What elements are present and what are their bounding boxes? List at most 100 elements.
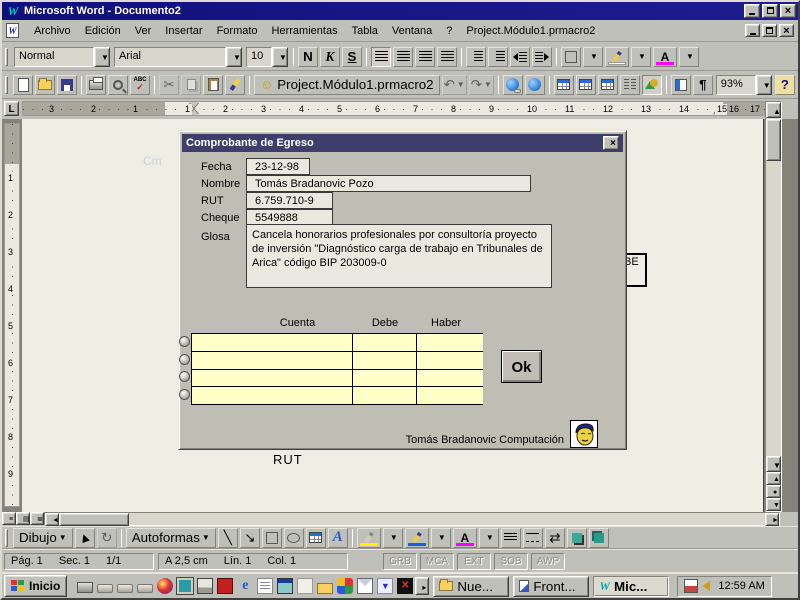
style-combo-value[interactable]: Normal <box>14 47 94 67</box>
line-color-arrow[interactable]: ▼ <box>431 528 451 548</box>
horizontal-scrollbar[interactable]: ◄ ► <box>44 512 780 526</box>
window-icon[interactable] <box>277 578 293 594</box>
web-toolbar-button[interactable] <box>525 75 545 95</box>
undo-button[interactable]: ↶▼ <box>442 75 467 95</box>
print-preview-button[interactable] <box>108 75 128 95</box>
fecha-field[interactable]: 23-12-98 <box>246 158 310 175</box>
toggle-grb[interactable]: GRB <box>383 553 417 570</box>
zoom-combo-arrow[interactable]: ▼ <box>756 75 772 95</box>
cut-button[interactable]: ✂ <box>159 75 179 95</box>
nombre-field[interactable]: Tomás Bradanovic Pozo <box>246 175 531 192</box>
row-2-radio[interactable] <box>179 354 190 365</box>
scroll-up-button[interactable]: ▲ <box>766 102 781 118</box>
menu-insertar[interactable]: Insertar <box>158 23 209 39</box>
display-icon[interactable] <box>177 578 193 594</box>
format-painter-button[interactable] <box>225 75 245 95</box>
scroll-down-button[interactable]: ▼ <box>766 456 781 472</box>
dialog-close-button[interactable]: × <box>603 136 619 150</box>
app1-icon[interactable] <box>97 584 113 593</box>
menu-ver[interactable]: Ver <box>128 23 159 39</box>
tab-selector[interactable]: L <box>4 101 19 116</box>
toolbar-grip[interactable] <box>5 48 8 66</box>
mail-icon[interactable] <box>357 578 373 594</box>
autoformas-menu-button[interactable]: Autoformas▼ <box>126 528 216 548</box>
scroll-right-button[interactable]: ► <box>765 513 779 526</box>
minimize-button[interactable] <box>744 4 760 18</box>
fill-color-button[interactable] <box>357 528 381 548</box>
menu-ventana[interactable]: Ventana <box>385 23 439 39</box>
insert-hyperlink-button[interactable] <box>503 75 523 95</box>
font-combo-value[interactable]: Arial <box>114 47 226 67</box>
justify-button[interactable] <box>437 47 457 67</box>
fill-color-arrow[interactable]: ▼ <box>383 528 403 548</box>
vertical-scrollbar[interactable]: ▲ ▼ ▲ ● ▼ <box>765 101 782 512</box>
open-button[interactable] <box>35 75 55 95</box>
toggle-awp[interactable]: AWP <box>531 553 565 570</box>
app2-icon[interactable] <box>117 584 133 593</box>
haber-cell-4[interactable] <box>417 387 483 404</box>
notes-icon[interactable] <box>257 578 273 594</box>
debe-cell-4[interactable] <box>353 387 416 404</box>
menu-archivo[interactable]: Archivo <box>27 23 78 39</box>
app3-icon[interactable] <box>137 584 153 593</box>
italic-button[interactable]: K <box>320 47 340 67</box>
insert-excel-button[interactable] <box>598 75 618 95</box>
zoom-combo[interactable]: 93% ▼ <box>716 75 772 95</box>
toggle-sob[interactable]: SOB <box>494 553 528 570</box>
layout-view-button[interactable]: ▤ <box>16 512 30 525</box>
font-color-button[interactable]: A <box>653 47 677 67</box>
line-color-button[interactable] <box>405 528 429 548</box>
insert-table-button[interactable] <box>576 75 596 95</box>
restore-button[interactable] <box>762 4 778 18</box>
underline-button[interactable]: S <box>342 47 362 67</box>
zoom-value[interactable]: 93% <box>716 75 756 95</box>
new-document-button[interactable] <box>13 75 33 95</box>
pinwheel-icon[interactable] <box>337 578 353 594</box>
rut-field[interactable]: 6.759.710-9 <box>246 192 333 209</box>
free-rotate-button[interactable]: ↻ <box>97 528 117 548</box>
browse-next-button[interactable]: ▼ <box>766 498 781 511</box>
ok-button[interactable]: Ok <box>501 350 542 383</box>
folder2-icon[interactable] <box>317 583 333 594</box>
style-combo[interactable]: Normal ▼ <box>14 47 110 67</box>
toolbar-grip[interactable] <box>5 76 8 94</box>
size-combo-arrow[interactable]: ▼ <box>272 47 288 67</box>
font-combo-arrow[interactable]: ▼ <box>226 47 242 67</box>
size-combo-value[interactable]: 10 <box>246 47 272 67</box>
macro-button[interactable]: ☺ Project.Módulo1.prmacro2 <box>254 75 440 95</box>
increase-indent-button[interactable] <box>532 47 552 67</box>
align-left-button[interactable] <box>371 47 391 67</box>
taskbar-button-frontpage[interactable]: Front... <box>513 576 589 597</box>
haber-cell-2[interactable] <box>417 352 483 369</box>
bullet-list-button[interactable] <box>488 47 508 67</box>
size-combo[interactable]: 10 ▼ <box>246 47 288 67</box>
help-button[interactable]: ? <box>775 75 795 95</box>
style-combo-arrow[interactable]: ▼ <box>94 47 110 67</box>
borders-arrow[interactable]: ▼ <box>583 47 603 67</box>
haber-cell-3[interactable] <box>417 370 483 387</box>
columns-button[interactable] <box>620 75 640 95</box>
dialog-title-bar[interactable]: Comprobante de Egreso × <box>182 134 623 152</box>
printer-icon[interactable] <box>77 582 93 593</box>
borders-button[interactable] <box>561 47 581 67</box>
doc-minimize-button[interactable] <box>745 24 760 37</box>
debe-cell-2[interactable] <box>353 352 416 369</box>
copy-button[interactable] <box>181 75 201 95</box>
scroll-left-button[interactable]: ◄ <box>45 513 59 526</box>
debe-cell-1[interactable] <box>353 334 416 351</box>
oval-tool-button[interactable] <box>284 528 304 548</box>
close-button[interactable]: × <box>780 4 796 18</box>
align-right-button[interactable] <box>415 47 435 67</box>
highlight-button[interactable] <box>605 47 629 67</box>
taskbar-button-nueva[interactable]: Nue... <box>433 576 509 597</box>
browse-object-button[interactable]: ● <box>766 485 781 498</box>
cuenta-cell-4[interactable] <box>192 387 352 404</box>
threed-button[interactable] <box>589 528 609 548</box>
taskbar-button-word[interactable]: W Mic... <box>593 576 669 597</box>
glosa-field[interactable]: Cancela honorarios profesionales por con… <box>246 224 552 288</box>
numbered-list-button[interactable] <box>466 47 486 67</box>
shadow-button[interactable] <box>567 528 587 548</box>
menu-edicion[interactable]: Edición <box>78 23 128 39</box>
drawing-button[interactable] <box>642 75 662 95</box>
start-button[interactable]: Inicio <box>4 575 67 597</box>
